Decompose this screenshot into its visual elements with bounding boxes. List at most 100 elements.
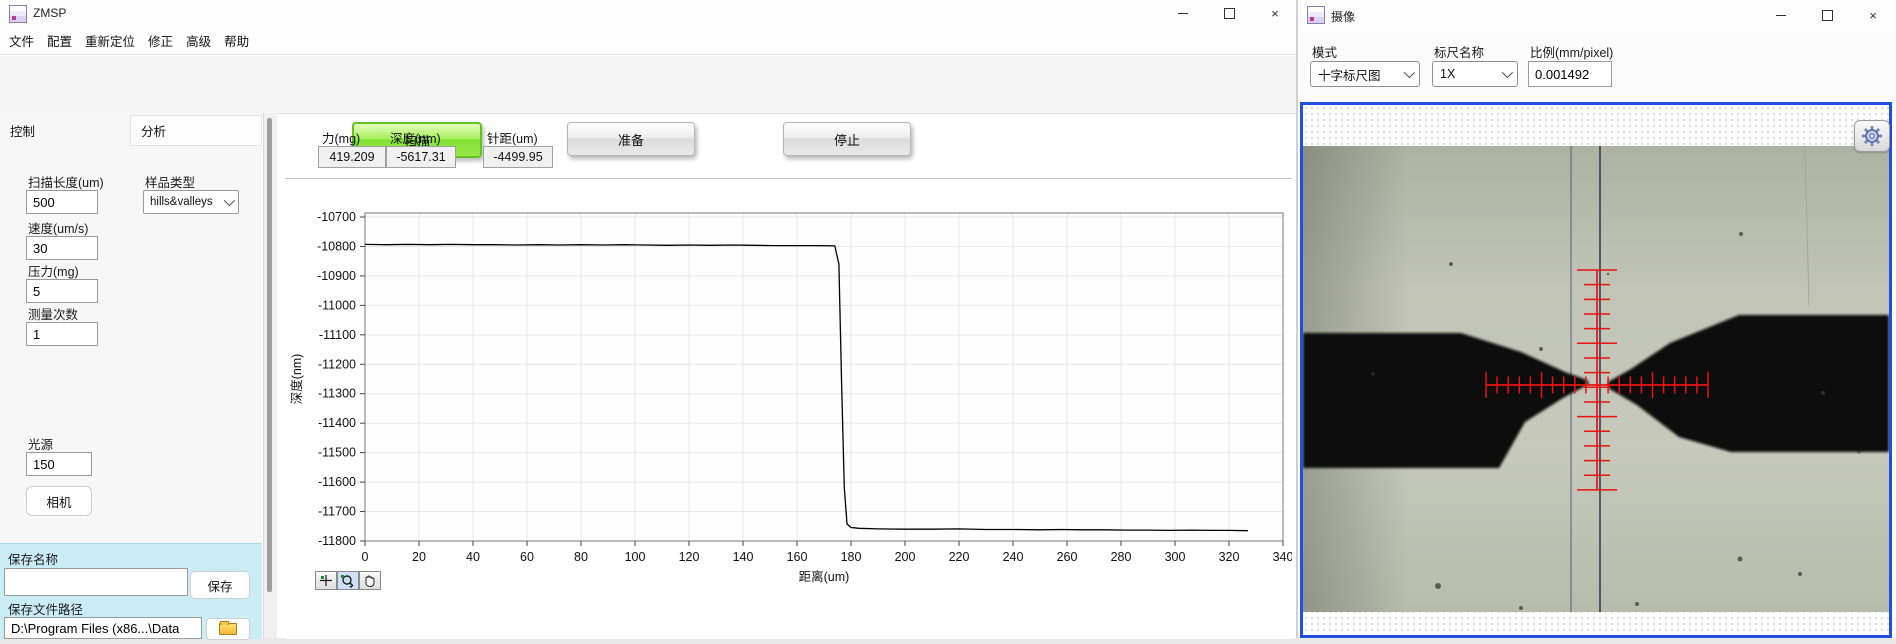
svg-text:340: 340 <box>1273 550 1292 564</box>
graph-cursor-tool-button[interactable] <box>315 571 337 590</box>
camera-close-button[interactable]: × <box>1858 5 1888 25</box>
maximize-icon <box>1224 8 1235 19</box>
zmsp-app-icon <box>9 5 27 23</box>
menu-reposition[interactable]: 重新定位 <box>85 31 135 50</box>
stop-button[interactable]: 停止 <box>783 122 911 156</box>
hand-icon <box>363 574 377 588</box>
svg-text:-11300: -11300 <box>318 387 356 401</box>
svg-text:160: 160 <box>787 550 808 564</box>
svg-text:180: 180 <box>841 550 862 564</box>
camera-app-icon <box>1307 6 1325 24</box>
svg-text:60: 60 <box>520 550 534 564</box>
svg-text:20: 20 <box>412 550 426 564</box>
svg-text:-11700: -11700 <box>318 505 356 519</box>
svg-text:-10800: -10800 <box>317 239 356 253</box>
toolbar: ZEPTOOLS TOOLS FOR SMALL WORLD. 扫描 准备 停止 <box>0 56 1296 114</box>
menu-correction[interactable]: 修正 <box>148 31 173 50</box>
prepare-button[interactable]: 准备 <box>567 122 695 156</box>
minimize-icon <box>1776 15 1786 16</box>
svg-text:260: 260 <box>1057 550 1078 564</box>
depth-label: 深度(nm) <box>390 128 441 147</box>
chevron-down-icon <box>1502 67 1513 78</box>
sample-type-label: 样品类型 <box>145 172 195 191</box>
svg-text:80: 80 <box>574 550 588 564</box>
svg-text:140: 140 <box>733 550 754 564</box>
graph-pan-tool-button[interactable] <box>359 571 381 590</box>
menu-file[interactable]: 文件 <box>9 31 34 50</box>
pressure-input[interactable] <box>26 279 98 303</box>
chevron-down-icon <box>1404 67 1415 78</box>
menu-advanced[interactable]: 高级 <box>186 31 211 50</box>
scan-length-input[interactable] <box>26 190 98 214</box>
depth-readout: -5617.31 <box>386 146 456 168</box>
camera-button[interactable]: 相机 <box>26 486 92 516</box>
menu-config[interactable]: 配置 <box>47 31 72 50</box>
speed-input[interactable] <box>26 236 98 260</box>
zmsp-titlebar: ZMSP × <box>0 0 1296 26</box>
svg-text:-11500: -11500 <box>318 446 356 460</box>
save-name-input[interactable] <box>4 568 188 596</box>
close-icon: × <box>1869 8 1877 23</box>
svg-text:深度(nm): 深度(nm) <box>289 354 304 405</box>
light-label: 光源 <box>28 434 53 453</box>
save-path-input[interactable] <box>4 617 202 639</box>
speed-label: 速度(um/s) <box>28 218 88 237</box>
gap-label: 针距(um) <box>487 128 538 147</box>
gear-icon <box>1861 125 1883 147</box>
svg-text:300: 300 <box>1165 550 1186 564</box>
camera-mode-select[interactable]: 十字标尺图 <box>1310 61 1420 87</box>
measure-count-input[interactable] <box>26 322 98 346</box>
svg-text:240: 240 <box>1003 550 1024 564</box>
tab-control[interactable]: 控制 <box>10 121 35 140</box>
zmsp-close-button[interactable]: × <box>1260 3 1290 23</box>
zmsp-window-title: ZMSP <box>33 6 66 20</box>
pressure-label: 压力(mg) <box>28 261 79 280</box>
svg-text:40: 40 <box>466 550 480 564</box>
svg-text:100: 100 <box>625 550 646 564</box>
save-path-label: 保存文件路径 <box>8 599 83 618</box>
magnifier-icon <box>340 574 356 588</box>
svg-text:320: 320 <box>1219 550 1240 564</box>
camera-live-image <box>1303 146 1889 612</box>
svg-text:-11600: -11600 <box>318 475 356 489</box>
ruler-name-label: 标尺名称 <box>1434 42 1484 61</box>
scale-input[interactable] <box>1528 61 1612 87</box>
svg-text:200: 200 <box>895 550 916 564</box>
measure-count-label: 测量次数 <box>28 304 78 323</box>
svg-text:-11800: -11800 <box>318 534 356 548</box>
graph-zoom-tool-button[interactable] <box>337 571 359 590</box>
maximize-icon <box>1822 10 1833 21</box>
svg-text:距离(um): 距离(um) <box>799 569 850 584</box>
camera-settings-button[interactable] <box>1854 120 1890 152</box>
svg-text:120: 120 <box>679 550 700 564</box>
save-name-label: 保存名称 <box>8 549 58 568</box>
camera-maximize-button[interactable] <box>1812 5 1842 25</box>
folder-icon <box>219 623 237 635</box>
svg-text:-11100: -11100 <box>319 328 356 342</box>
camera-mode-label: 模式 <box>1312 42 1337 61</box>
tab-analysis[interactable]: 分析 <box>130 115 262 146</box>
save-button[interactable]: 保存 <box>190 571 250 599</box>
crosshair-cursor-icon <box>319 574 333 587</box>
zmsp-minimize-button[interactable] <box>1168 3 1198 23</box>
menu-help[interactable]: 帮助 <box>224 31 249 50</box>
svg-text:-10700: -10700 <box>317 210 356 224</box>
camera-window-title: 摄像 <box>1331 8 1355 25</box>
camera-minimize-button[interactable] <box>1766 5 1796 25</box>
browse-folder-button[interactable] <box>206 618 250 640</box>
close-icon: × <box>1271 6 1279 21</box>
force-readout: 419.209 <box>318 146 386 168</box>
gap-readout: -4499.95 <box>483 146 553 168</box>
svg-text:220: 220 <box>949 550 970 564</box>
zmsp-window: ZMSP × 文件 配置 重新定位 修正 高级 帮助 ZEPTOOLS TOOL… <box>0 0 1296 638</box>
svg-text:-11000: -11000 <box>318 298 356 312</box>
light-input[interactable] <box>26 452 92 476</box>
svg-text:280: 280 <box>1111 550 1132 564</box>
svg-text:-11400: -11400 <box>318 416 356 430</box>
profile-chart: 0204060801001201401601802002202402602803… <box>285 179 1292 639</box>
zmsp-maximize-button[interactable] <box>1214 3 1244 23</box>
svg-text:-10900: -10900 <box>317 269 356 283</box>
sidebar-scrollbar-thumb[interactable] <box>267 118 272 592</box>
sample-type-select[interactable]: hills&valleys <box>143 190 239 214</box>
ruler-name-select[interactable]: 1X <box>1432 61 1518 87</box>
